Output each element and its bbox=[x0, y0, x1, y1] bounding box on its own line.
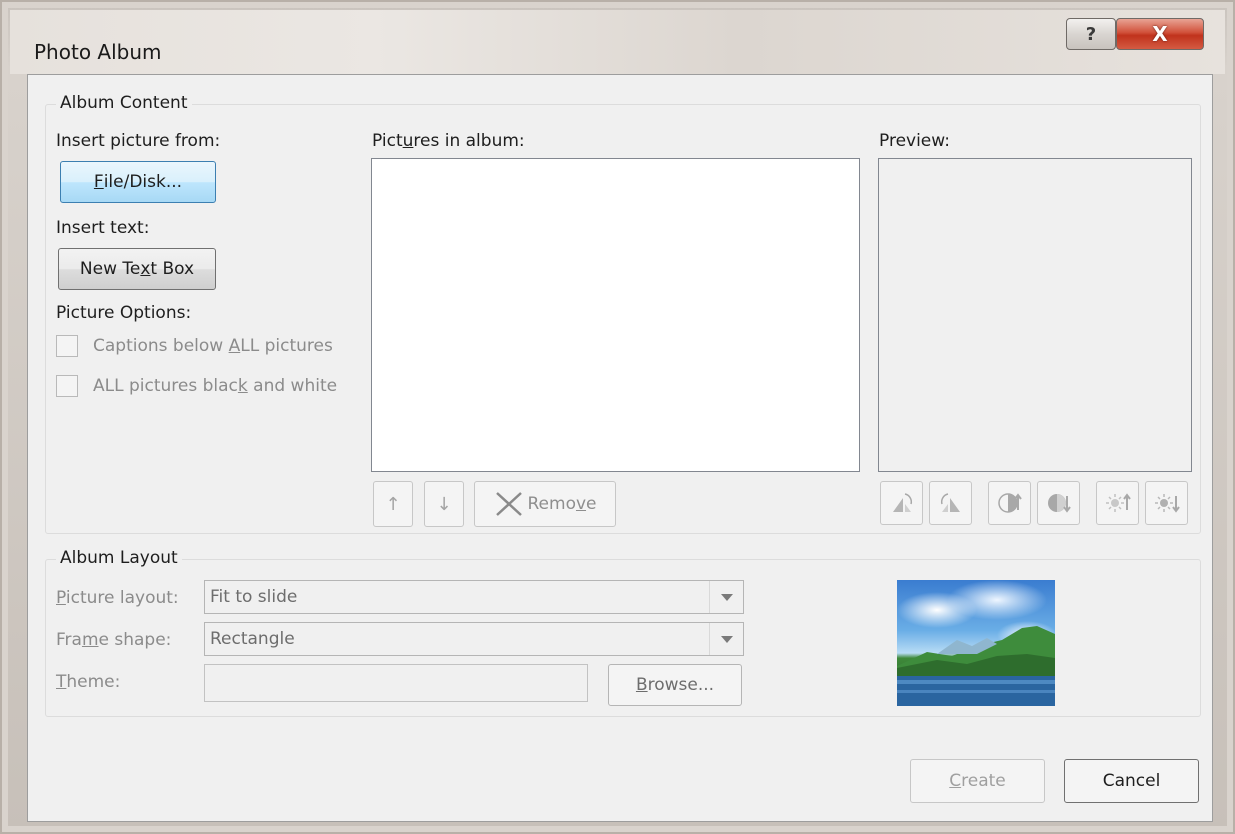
black-white-checkbox[interactable] bbox=[56, 375, 78, 397]
browse-button[interactable]: Browse... bbox=[608, 664, 742, 706]
brightness-down-icon bbox=[1154, 494, 1180, 513]
title-bar[interactable]: Photo Album ? X bbox=[10, 10, 1225, 74]
close-button[interactable]: X bbox=[1116, 18, 1204, 50]
rotate-right-icon bbox=[940, 493, 960, 512]
chevron-down-icon[interactable] bbox=[709, 623, 743, 655]
album-layout-group: Album Layout Picture layout: Fit to slid… bbox=[45, 548, 1201, 717]
window-frame: Photo Album ? X Album Content Insert pic… bbox=[0, 0, 1235, 834]
file-disk-button[interactable]: File/Disk... bbox=[60, 161, 216, 203]
contrast-down-button[interactable] bbox=[1037, 481, 1080, 525]
album-content-group-label: Album Content bbox=[56, 93, 192, 113]
close-icon: X bbox=[1152, 22, 1168, 46]
rotate-left-button[interactable] bbox=[880, 481, 923, 525]
remove-button[interactable]: Remove bbox=[474, 481, 616, 527]
help-button[interactable]: ? bbox=[1066, 18, 1116, 50]
frame-shape-combo[interactable]: Rectangle bbox=[204, 622, 744, 656]
insert-text-label: Insert text: bbox=[56, 218, 150, 238]
preview-label: Preview: bbox=[879, 131, 950, 151]
pictures-in-album-label: Pictures in album: bbox=[372, 131, 525, 151]
theme-input[interactable] bbox=[204, 664, 588, 702]
preview-area bbox=[878, 158, 1192, 472]
pictures-in-album-list[interactable] bbox=[371, 158, 860, 472]
rotate-left-icon bbox=[892, 493, 912, 512]
move-up-button[interactable]: ↑ bbox=[373, 481, 413, 527]
picture-options-label: Picture Options: bbox=[56, 303, 192, 323]
insert-picture-label: Insert picture from: bbox=[56, 131, 221, 151]
create-button[interactable]: Create bbox=[910, 759, 1045, 803]
brightness-up-icon bbox=[1105, 493, 1131, 512]
frame-shape-label: Frame shape: bbox=[56, 630, 172, 650]
album-content-group: Album Content Insert picture from: File/… bbox=[45, 93, 1201, 534]
remove-button-label: Remove bbox=[527, 494, 597, 514]
dialog-client-area: Album Content Insert picture from: File/… bbox=[27, 74, 1213, 822]
move-down-button[interactable]: ↓ bbox=[424, 481, 464, 527]
rotate-right-button[interactable] bbox=[929, 481, 972, 525]
brightness-down-button[interactable] bbox=[1145, 481, 1188, 525]
captions-checkbox-label[interactable]: Captions below ALL pictures bbox=[93, 336, 333, 356]
landscape-image bbox=[897, 626, 1055, 706]
window-title: Photo Album bbox=[34, 40, 162, 64]
picture-layout-combo[interactable]: Fit to slide bbox=[204, 580, 744, 614]
help-icon: ? bbox=[1085, 23, 1097, 45]
cancel-button[interactable]: Cancel bbox=[1064, 759, 1199, 803]
x-icon bbox=[495, 492, 522, 516]
album-layout-preview-image bbox=[897, 580, 1055, 706]
picture-layout-value: Fit to slide bbox=[210, 587, 298, 607]
contrast-up-button[interactable] bbox=[988, 481, 1031, 525]
theme-label: Theme: bbox=[56, 672, 121, 692]
chevron-down-icon[interactable] bbox=[709, 581, 743, 613]
album-layout-group-label: Album Layout bbox=[56, 548, 182, 568]
black-white-checkbox-label[interactable]: ALL pictures black and white bbox=[93, 376, 337, 396]
picture-layout-label: Picture layout: bbox=[56, 588, 179, 608]
brightness-up-button[interactable] bbox=[1096, 481, 1139, 525]
frame-shape-value: Rectangle bbox=[210, 629, 295, 649]
arrow-up-icon: ↑ bbox=[385, 493, 401, 515]
contrast-down-icon bbox=[1047, 494, 1071, 513]
new-text-box-button[interactable]: New Te x t Box bbox=[58, 248, 216, 290]
contrast-up-icon bbox=[997, 493, 1022, 513]
captions-checkbox[interactable] bbox=[56, 335, 78, 357]
arrow-down-icon: ↓ bbox=[436, 493, 452, 515]
